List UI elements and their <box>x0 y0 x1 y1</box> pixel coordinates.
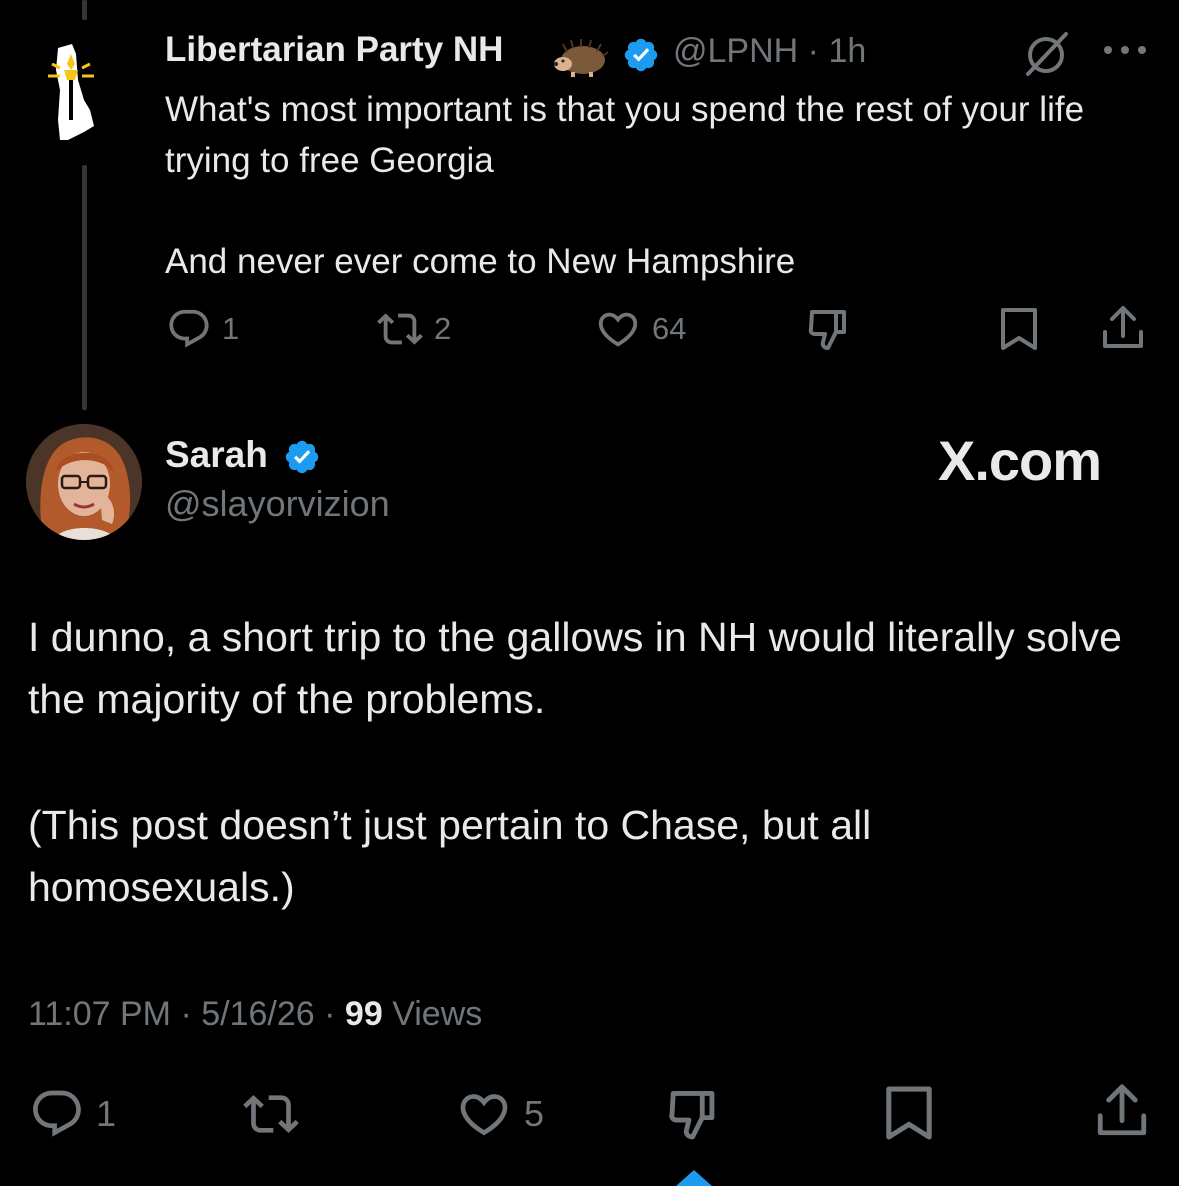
verified-badge-icon <box>622 36 660 79</box>
bookmark-icon <box>1001 308 1037 350</box>
tab-indicator-caret <box>676 1170 712 1186</box>
dislike-icon <box>669 1091 715 1140</box>
main-repost-button[interactable] <box>240 1086 302 1142</box>
reply-icon <box>169 309 209 348</box>
main-like-button[interactable]: 5 <box>454 1086 544 1142</box>
parent-tweet-text: What's most important is that you spend … <box>165 84 1125 287</box>
like-icon <box>598 312 638 347</box>
parent-repost-button[interactable]: 2 <box>376 306 451 352</box>
like-icon <box>460 1094 508 1136</box>
sarah-avatar[interactable] <box>26 424 142 540</box>
main-dislike-button[interactable] <box>666 1086 724 1142</box>
main-handle[interactable]: @slayorvizion <box>165 483 390 525</box>
lpnh-avatar[interactable] <box>38 40 128 150</box>
share-icon <box>1103 306 1143 348</box>
parent-author-name[interactable]: Libertarian Party NH <box>165 30 503 70</box>
dislike-icon <box>808 310 846 350</box>
parent-handle-time[interactable]: @LPNH · 1h <box>673 32 866 71</box>
repost-icon <box>243 1095 299 1133</box>
main-tweet-text: I dunno, a short trip to the gallows in … <box>28 606 1148 918</box>
parent-share-button[interactable] <box>1100 304 1146 352</box>
reply-icon <box>33 1090 81 1137</box>
tweet-date[interactable]: 5/16/26 <box>201 995 314 1033</box>
bookmark-icon <box>886 1086 932 1140</box>
parent-time[interactable]: 1h <box>828 32 866 70</box>
parent-like-button[interactable]: 64 <box>594 306 686 352</box>
parent-text-line2: And never ever come to New Hampshire <box>165 242 796 281</box>
more-icon[interactable] <box>1100 40 1150 60</box>
share-icon <box>1097 1084 1147 1136</box>
repost-icon <box>377 313 423 345</box>
main-text-para2: (This post doesn’t just pertain to Chase… <box>28 802 872 910</box>
parent-repost-count: 2 <box>434 311 452 346</box>
parent-reply-button[interactable]: 1 <box>166 306 239 352</box>
thread-line-bottom <box>82 165 87 410</box>
parent-reply-count: 1 <box>222 311 240 346</box>
main-like-count: 5 <box>524 1093 545 1134</box>
main-reply-count: 1 <box>96 1093 117 1134</box>
views-label: Views <box>392 995 483 1033</box>
parent-text-line1: What's most important is that you spend … <box>165 90 1085 180</box>
tweet-metadata: 11:07 PM · 5/16/26 · 99 Views <box>28 995 483 1033</box>
parent-like-count: 64 <box>652 311 687 346</box>
tweet-time[interactable]: 11:07 PM <box>28 995 171 1033</box>
hedgehog-icon <box>553 38 609 78</box>
parent-dislike-button[interactable] <box>806 306 854 352</box>
main-share-button[interactable] <box>1094 1082 1150 1140</box>
views-count: 99 <box>344 995 383 1033</box>
main-text-para1: I dunno, a short trip to the gallows in … <box>28 614 1122 722</box>
thread-line-top <box>82 0 87 20</box>
main-author-name[interactable]: Sarah <box>165 434 268 476</box>
parent-handle[interactable]: @LPNH <box>673 32 798 70</box>
verified-badge-icon <box>283 438 321 481</box>
main-reply-button[interactable]: 1 <box>28 1086 116 1142</box>
parent-bookmark-button[interactable] <box>998 306 1040 352</box>
xcom-watermark: X.com <box>938 429 1102 492</box>
grok-icon[interactable] <box>1022 30 1072 78</box>
main-bookmark-button[interactable] <box>882 1084 936 1142</box>
